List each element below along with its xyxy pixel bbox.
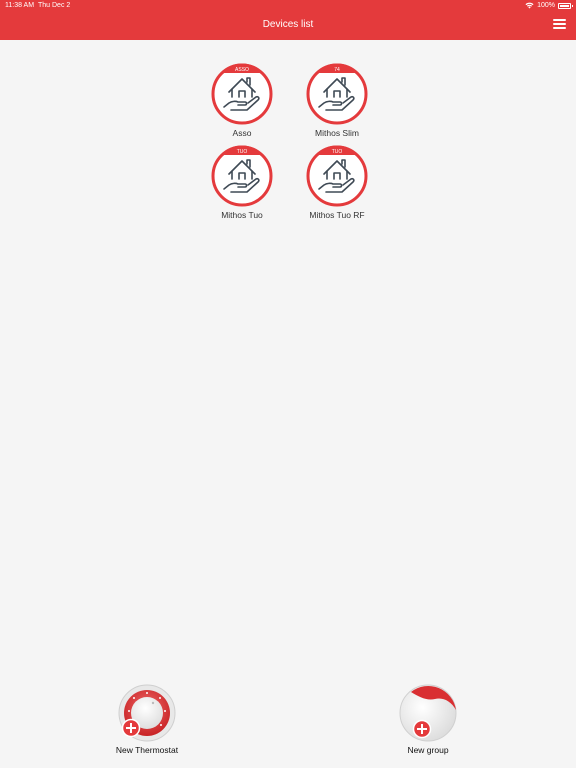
device-badge: 74	[334, 67, 340, 73]
device-mithos-tuo-rf[interactable]: TUO Mithos Tuo RF	[292, 145, 382, 221]
app-header: 11:38 AM Thu Dec 2 100% Devices list	[0, 0, 576, 40]
device-badge: ASSO	[235, 67, 249, 73]
house-in-hand-icon: ASSO	[211, 63, 273, 125]
status-time: 11:38 AM	[5, 2, 35, 9]
device-label: Asso	[232, 128, 252, 138]
thermostat-icon	[118, 684, 176, 742]
status-date: Thu Dec 2	[38, 2, 71, 9]
new-group-label: New group	[407, 745, 449, 755]
wifi-icon	[525, 2, 534, 9]
status-indicators: 100%	[525, 0, 573, 11]
house-in-hand-icon: TUO	[306, 145, 368, 207]
hamburger-menu-icon[interactable]	[553, 18, 566, 30]
house-in-hand-icon: 74	[306, 63, 368, 125]
device-label: Mithos Tuo	[221, 210, 263, 220]
page-title: Devices list	[262, 19, 314, 30]
new-thermostat-button[interactable]: New Thermostat	[102, 683, 192, 756]
device-mithos-tuo[interactable]: TUO Mithos Tuo	[197, 145, 287, 221]
device-asso[interactable]: ASSO Asso	[197, 63, 287, 139]
device-badge: TUO	[332, 149, 343, 155]
new-thermostat-label: New Thermostat	[115, 745, 179, 755]
battery-percentage: 100%	[537, 2, 555, 9]
device-label: Mithos Tuo RF	[309, 210, 365, 220]
status-bar: 11:38 AM Thu Dec 2 100%	[0, 0, 576, 11]
battery-icon	[558, 2, 573, 9]
device-badge: TUO	[237, 149, 248, 155]
device-label: Mithos Slim	[315, 128, 359, 138]
new-group-button[interactable]: New group	[383, 683, 473, 756]
device-mithos-slim[interactable]: 74 Mithos Slim	[292, 63, 382, 139]
group-icon	[399, 684, 457, 742]
house-in-hand-icon: TUO	[211, 145, 273, 207]
